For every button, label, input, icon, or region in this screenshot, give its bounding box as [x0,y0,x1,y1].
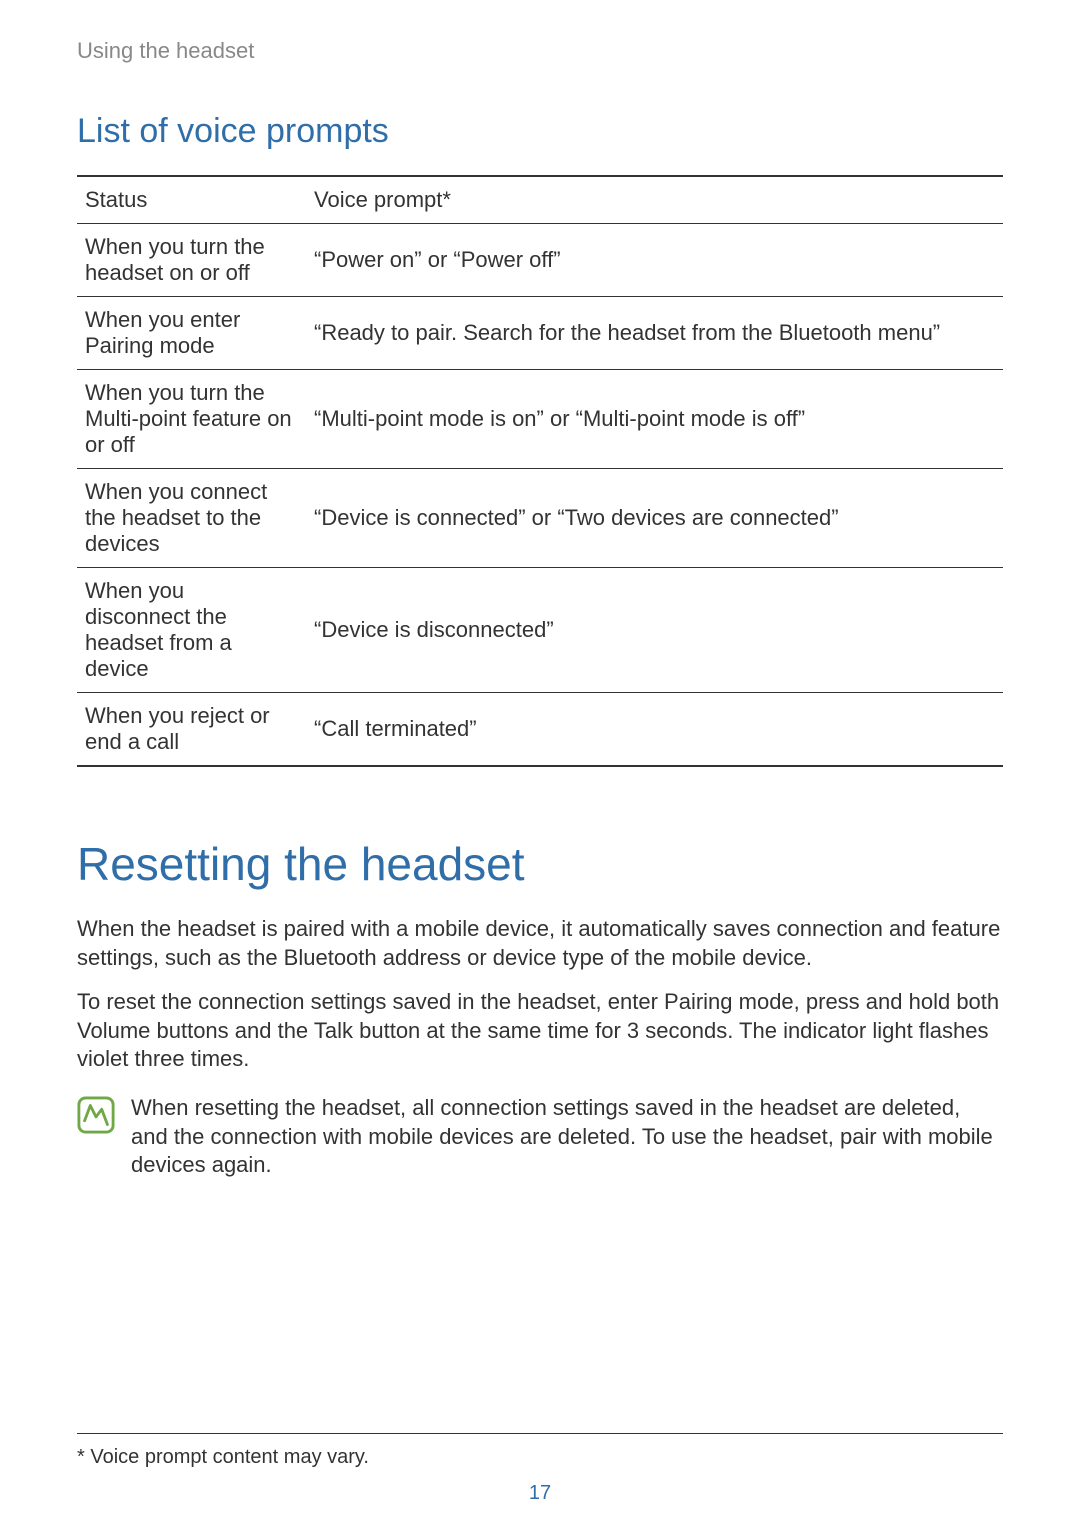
table-cell-prompt: “Power on” or “Power off” [302,224,1003,297]
table-row: When you turn the Multi-point feature on… [77,370,1003,469]
table-row: When you disconnect the headset from a d… [77,568,1003,693]
table-cell-prompt: “Ready to pair. Search for the headset f… [302,297,1003,370]
table-row: When you enter Pairing mode “Ready to pa… [77,297,1003,370]
table-cell-prompt: “Device is connected” or “Two devices ar… [302,469,1003,568]
table-row: When you reject or end a call “Call term… [77,693,1003,767]
voice-prompts-heading: List of voice prompts [77,112,1003,151]
note-block: When resetting the headset, all connecti… [77,1094,1003,1180]
voice-prompts-table: Status Voice prompt* When you turn the h… [77,175,1003,767]
breadcrumb: Using the headset [77,38,1003,64]
table-cell-prompt: “Device is disconnected” [302,568,1003,693]
table-cell-status: When you connect the headset to the devi… [77,469,302,568]
table-cell-status: When you enter Pairing mode [77,297,302,370]
reset-paragraph-2: To reset the connection settings saved i… [77,988,1003,1074]
table-cell-prompt: “Call terminated” [302,693,1003,767]
note-icon [77,1096,115,1134]
table-row: When you turn the headset on or off “Pow… [77,224,1003,297]
table-cell-prompt: “Multi-point mode is on” or “Multi-point… [302,370,1003,469]
table-row: When you connect the headset to the devi… [77,469,1003,568]
footnote-area: * Voice prompt content may vary. [77,1433,1003,1469]
table-cell-status: When you reject or end a call [77,693,302,767]
page-number: 17 [0,1482,1080,1505]
table-cell-status: When you turn the Multi-point feature on… [77,370,302,469]
footnote-text: * Voice prompt content may vary. [77,1446,1003,1469]
table-header-status: Status [77,176,302,224]
table-cell-status: When you turn the headset on or off [77,224,302,297]
table-header-prompt: Voice prompt* [302,176,1003,224]
note-text: When resetting the headset, all connecti… [131,1094,1003,1180]
resetting-heading: Resetting the headset [77,837,1003,891]
reset-paragraph-1: When the headset is paired with a mobile… [77,915,1003,972]
footnote-rule [77,1433,1003,1434]
table-cell-status: When you disconnect the headset from a d… [77,568,302,693]
